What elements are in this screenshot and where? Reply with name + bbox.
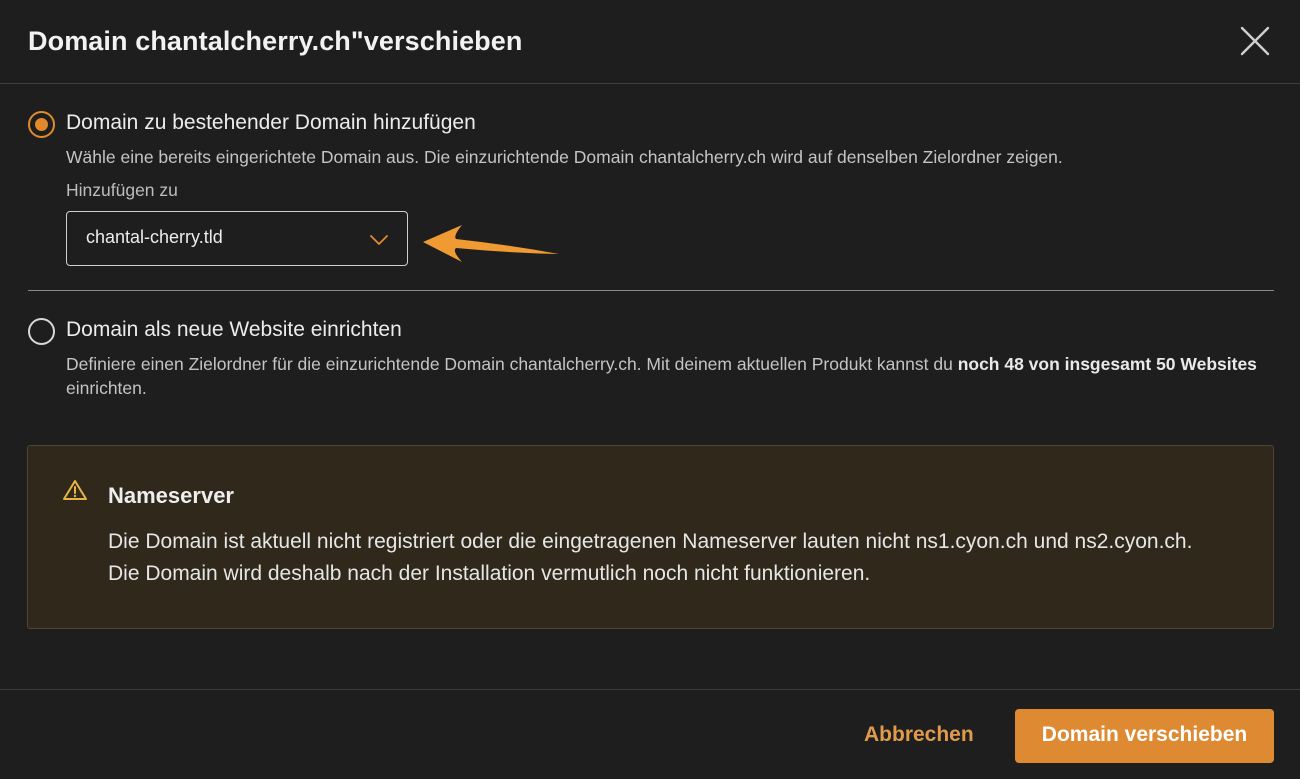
option-add-description: Wähle eine bereits eingerichtete Domain … <box>66 147 1063 167</box>
dialog-header: Domain chantalcherry.ch"verschieben <box>0 0 1300 84</box>
radio-new-website[interactable] <box>28 318 55 345</box>
chevron-down-icon <box>370 235 388 245</box>
option-new-label[interactable]: Domain als neue Website einrichten <box>66 318 402 342</box>
move-domain-button-label: Domain verschieben <box>1041 723 1248 746</box>
dialog-title: Domain chantalcherry.ch"verschieben <box>28 26 523 56</box>
close-icon <box>1240 26 1270 56</box>
cancel-button[interactable]: Abbrechen <box>864 723 974 747</box>
option-add-label[interactable]: Domain zu bestehender Domain hinzufügen <box>66 111 476 135</box>
arrow-left-icon <box>423 225 559 262</box>
warning-triangle-icon <box>63 480 87 500</box>
footer-divider <box>0 689 1300 690</box>
nameserver-warning: Nameserver Die Domain ist aktuell nicht … <box>27 445 1274 629</box>
domain-select-value: chantal-cherry.tld <box>86 227 223 247</box>
move-domain-button[interactable]: Domain verschieben <box>1015 709 1274 763</box>
add-to-label: Hinzufügen zu <box>66 180 178 200</box>
close-button[interactable] <box>1238 24 1272 58</box>
options-divider <box>28 290 1274 291</box>
domain-select[interactable]: chantal-cherry.tld <box>66 211 408 266</box>
warning-title: Nameserver <box>108 483 234 508</box>
option-new-description: Definiere einen Zielordner für die einzu… <box>66 354 1257 398</box>
warning-body: Die Domain ist aktuell nicht registriert… <box>108 530 1193 585</box>
radio-add-to-domain[interactable] <box>28 111 55 138</box>
